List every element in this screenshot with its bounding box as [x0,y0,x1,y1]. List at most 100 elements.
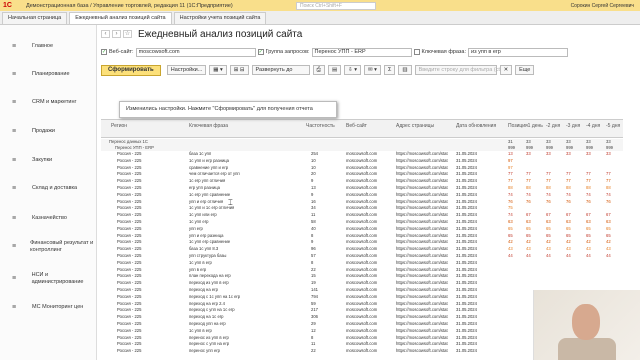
print-icon[interactable]: ⎙ [312,65,325,75]
user-name[interactable]: Сорокин Сергей Сергеевич [571,3,634,9]
table-row[interactable]: Россия - 225 1с упп или erp 11 moscowsoft.c… [101,212,623,218]
grid-cell: 31.05.2024 [456,314,477,320]
grid-cell: 31.05.2024 [456,300,477,306]
grid-cell: moscowsoft.com [346,191,378,197]
column-header[interactable]: -1 день [526,123,544,129]
sidebar-item[interactable]: ≡ Закупки [0,157,97,164]
sidebar-item[interactable]: ≡ Казначейство [0,215,97,222]
chart-icon[interactable]: ▥ [398,65,412,75]
column-header[interactable]: Ключевая фраза [189,123,304,129]
grid-cell: 31.05.2024 [456,266,477,272]
grid-cell: https://moscowsoft.com/stat [396,341,448,347]
expand-collapse-button[interactable]: ⊞ ⊟ [229,65,249,75]
table-row[interactable]: Россия - 225 база 1с упп 254 moscowsoft.com… [101,151,623,157]
grid-cell: 31.05.2024 [456,334,477,340]
table-row[interactable]: Россия - 225 1с упп erp сравнение 9 moscows… [101,239,623,245]
tab-daily-analysis[interactable]: Ежедневный анализ позиций сайта [69,12,172,24]
table-row[interactable]: Россия - 225 1с упп erp 58 moscowsoft.com ht… [101,219,623,225]
column-header[interactable]: -3 дня [566,123,584,129]
sum-icon[interactable]: Σ [383,65,396,75]
grid-cell: 74 [606,191,611,197]
report-search-input[interactable]: Введите строку для фильтра (ctrl) [414,65,505,75]
preview-icon[interactable]: ▤ [327,65,342,75]
table-row[interactable]: Россия - 225 упп erp 40 moscowsoft.com https… [101,226,623,232]
grid-cell: https://moscowsoft.com/stat [396,314,448,320]
table-row[interactable]: Россия - 225 упп и erp разница 8 moscowsoft… [101,233,623,239]
column-header[interactable]: -5 дня [606,123,623,129]
grid-cell: moscowsoft.com [346,225,378,231]
webcam-presenter [533,290,640,360]
grid-cell: 31.05.2024 [456,259,477,265]
group-field[interactable]: Перенос УПП - ERP [311,47,412,57]
sidebar-item[interactable]: ≡ Планирование [0,71,97,78]
forward-button[interactable]: › [112,30,121,38]
grid-cell: 65 [606,225,611,231]
table-row[interactable]: Россия - 225 упп в erp 22 moscowsoft.com htt… [101,267,623,273]
sidebar-item[interactable]: ≡ Продажи [0,128,97,135]
grid-cell: 44 [526,253,531,258]
table-row[interactable]: Россия - 225 1с упп и 1с erp отличия 34 mos… [101,205,623,211]
sidebar-item[interactable]: ≡ Главное [0,43,97,50]
table-row[interactable]: Россия - 225 erp упп разница 13 moscowsoft.… [101,185,623,191]
keyword-field[interactable]: из упп в erp [468,47,569,57]
table-row[interactable]: Россия - 225 переход из упп в erp 19 moscow… [101,280,623,286]
table-row[interactable]: Россия - 225 1с erp упп сравнение 9 moscows… [101,192,623,198]
table-row[interactable]: Россия - 225 упп и erp отличия 16 moscowsof… [101,199,623,205]
generate-button[interactable]: Сформировать [101,64,161,76]
column-header[interactable]: Регион [111,123,187,129]
grid-cell: moscowsoft.com [346,259,378,265]
column-header[interactable]: Позиция [508,123,528,129]
sidebar-item[interactable]: ≡ МС Мониторинг цен [0,304,97,311]
grid-cell: https://moscowsoft.com/stat [396,300,448,306]
favorite-star-icon[interactable]: ☆ [123,30,132,38]
search-clear-icon[interactable]: ✕ [499,65,513,75]
global-search-input[interactable]: Поиск Ctrl+Shift+F [296,1,376,10]
table-row[interactable]: Россия - 225 чем отличается erp от упп 20 m… [101,171,623,177]
table-row[interactable]: Россия - 225 база 1с упп 8.3 96 moscowsoft.… [101,246,623,252]
back-button[interactable]: ‹ [101,30,110,38]
column-header[interactable]: -2 дня [546,123,564,129]
table-row[interactable]: Россия - 225 1с erp упп отличия 9 moscowsof… [101,178,623,184]
grid-cell: 10 [311,157,316,163]
column-header[interactable]: Частотность [306,123,344,129]
sidebar-item-label: Финансовый результат и контроллинг [30,240,94,253]
grid-cell: 44 [566,253,571,258]
save-icon[interactable]: ⇩ ▾ [344,65,362,75]
column-header[interactable]: Дата обновления [456,123,506,129]
grid-cell: база 1с упп 8.3 [189,246,219,252]
grid-cell: упп структура базы [189,253,227,258]
table-row[interactable]: Россия - 225 сравнение упп и erp 10 moscows… [101,165,623,171]
sidebar-item[interactable]: ≡ CRM и маркетинг [0,99,97,106]
expand-to-button[interactable]: Развернуть до [251,65,310,75]
sidebar-item-label: Планирование [32,71,70,77]
grid-cell: moscowsoft.com [346,157,378,163]
grid-cell: moscowsoft.com [346,253,378,258]
table-row[interactable]: Россия - 225 упп структура базы 57 moscowso… [101,253,623,259]
keyword-checkbox[interactable] [413,49,420,55]
column-header[interactable]: Адрес страницы [396,123,454,129]
sidebar-item[interactable]: ≡ Финансовый результат и контроллинг [0,240,97,254]
table-row[interactable]: Россия - 225 1с упп и erp разница 10 moscow… [101,158,623,164]
group-checkbox[interactable]: ✓ [257,49,264,55]
grid-cell: https://moscowsoft.com/stat [396,225,448,231]
tab-position-settings[interactable]: Настройки учета позиций сайта [173,12,267,24]
variant-button[interactable]: ▦ ▾ [209,65,227,75]
grid-cell: Россия - 225 [117,259,142,265]
website-field[interactable]: moscowsoft.com [135,47,256,57]
grid-cell: 217 [311,307,318,313]
mail-icon[interactable]: ✉ ▾ [364,65,381,75]
grid-cell: 31.05.2024 [456,212,477,218]
column-header[interactable]: Веб-сайт [346,123,394,129]
grid-cell: 141 [311,287,318,292]
grid-cell: 74 [508,212,513,218]
table-row[interactable]: Россия - 225 1с упп в erp 8 moscowsoft.com h… [101,260,623,266]
settings-button[interactable]: Настройки... [166,65,207,75]
column-header[interactable]: -4 дня [586,123,604,129]
table-row[interactable]: Россия - 225 план перехода на erp 15 moscow… [101,273,623,279]
website-checkbox[interactable]: ✓ [101,49,107,55]
sidebar-item[interactable]: ≡ Склад и доставка [0,185,97,192]
tab-home[interactable]: Начальная страница [2,12,68,24]
sidebar-item[interactable]: ≡ НСИ и администрирование [0,272,97,286]
more-button[interactable]: Еще [515,65,535,75]
grid-cell: 77 [566,178,571,184]
